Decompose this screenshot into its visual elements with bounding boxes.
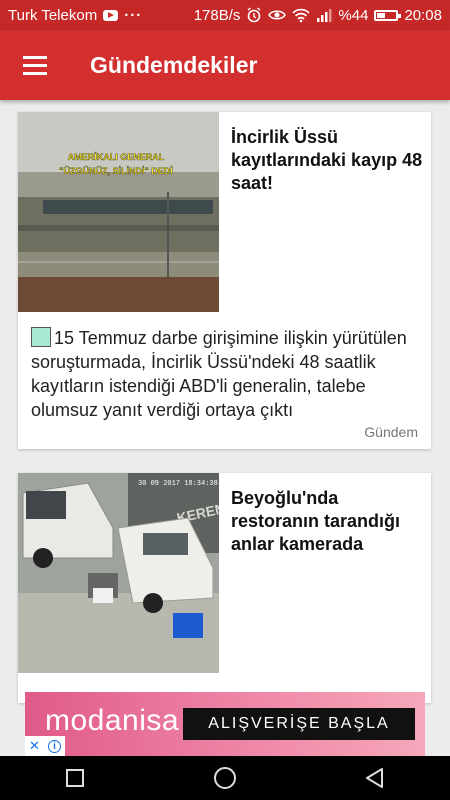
article-summary: 15 Temmuz darbe girişimine ilişkin yürüt…	[31, 326, 421, 422]
home-circle-icon[interactable]	[195, 758, 255, 798]
article-headline[interactable]: İncirlik Üssü kayıtlarındaki kayıp 48 sa…	[231, 126, 423, 195]
thumbnail-timestamp: 30 09 2017 18:34:38	[138, 480, 218, 488]
ad-close-icon[interactable]: ✕	[29, 738, 40, 754]
ad-choices-badge[interactable]: ✕ i	[25, 736, 65, 756]
article-thumbnail[interactable]: AMERİKALI GENERAL "ÜZGÜNÜZ, SİLİNDİ" DED…	[18, 112, 219, 312]
battery-percent: %44	[338, 6, 369, 24]
recents-square-icon[interactable]	[45, 758, 105, 798]
ad-banner[interactable]: modanisa ALIŞVERİŞE BAŞLA ✕ i	[25, 692, 425, 756]
eye-icon	[268, 10, 287, 20]
ad-info-icon[interactable]: i	[47, 739, 61, 753]
article-thumbnail[interactable]: KEREM T 30 09 2017 18:34:38	[18, 473, 219, 673]
system-nav-bar	[0, 756, 450, 800]
article-headline[interactable]: Beyoğlu'nda restoranın tarandığı anlar k…	[231, 487, 423, 556]
hamburger-menu-icon[interactable]	[23, 55, 47, 75]
ad-brand-logo: modanisa	[45, 704, 180, 737]
back-triangle-icon[interactable]	[345, 758, 405, 798]
signal-icon	[317, 9, 332, 22]
alarm-icon	[247, 7, 261, 23]
thumbnail-caption-line1: AMERİKALI GENERAL	[68, 152, 165, 162]
battery-icon	[374, 9, 402, 21]
status-bar: Turk Telekom ··· 178B/s %44 20:08	[0, 0, 450, 30]
app-bar: Gündemdekiler	[0, 30, 450, 100]
more-dots-icon: ···	[124, 6, 143, 24]
clock: 20:08	[404, 6, 442, 24]
wifi-icon	[292, 8, 311, 23]
youtube-icon	[103, 9, 119, 21]
news-card[interactable]: KEREM T 30 09 2017 18:34:38 Beyoğlu'nda …	[18, 473, 431, 703]
page-title: Gündemdekiler	[90, 51, 258, 78]
news-card[interactable]: AMERİKALI GENERAL "ÜZGÜNÜZ, SİLİNDİ" DED…	[18, 112, 431, 449]
summary-text: 15 Temmuz darbe girişimine ilişkin yürüt…	[31, 328, 407, 420]
ad-cta-button[interactable]: ALIŞVERİŞE BAŞLA	[183, 708, 415, 740]
emoji-placeholder-icon	[31, 327, 51, 347]
carrier-name: Turk Telekom	[8, 6, 98, 24]
article-category[interactable]: Gündem	[364, 424, 418, 440]
thumbnail-caption-line2: "ÜZGÜNÜZ, SİLİNDİ" DEDİ	[59, 166, 173, 176]
network-speed: 178B/s	[193, 6, 241, 24]
